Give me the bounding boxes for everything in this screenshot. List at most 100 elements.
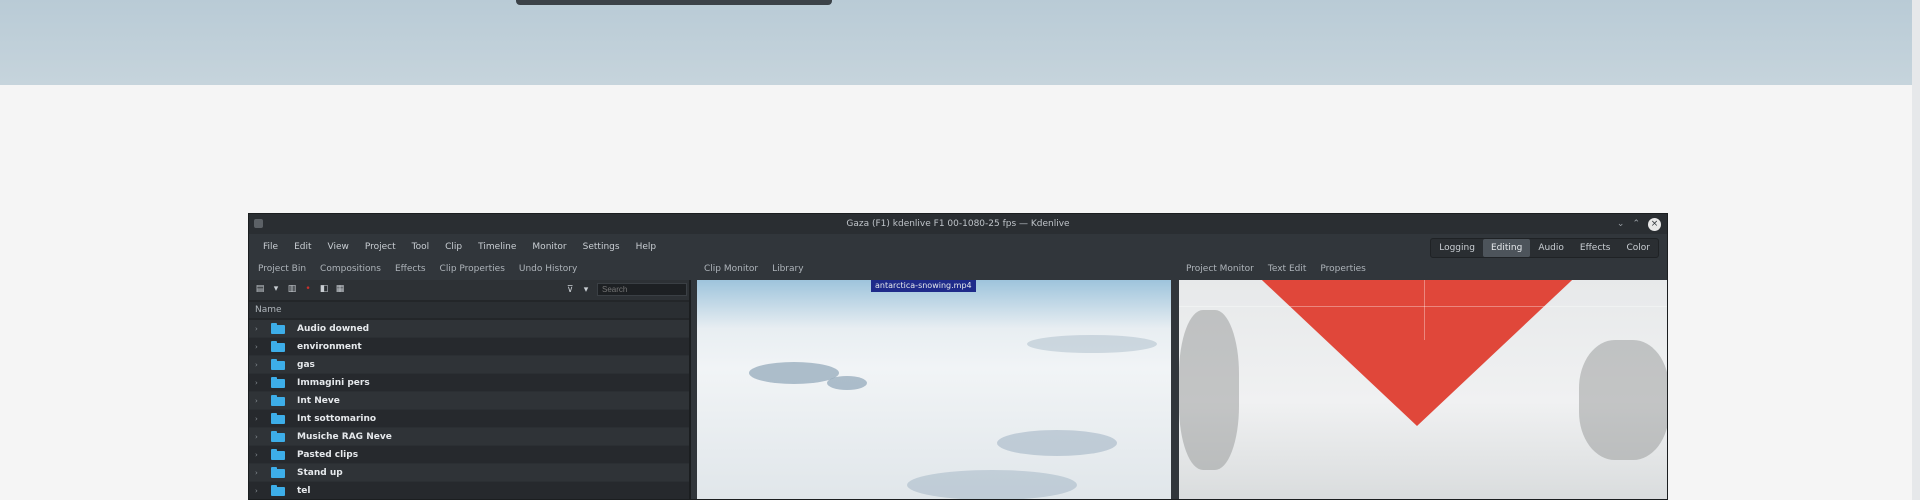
list-item[interactable]: › Musiche RAG Neve <box>249 428 689 446</box>
tab-undo-history[interactable]: Undo History <box>512 261 584 277</box>
dropdown-icon[interactable]: ▾ <box>271 284 281 294</box>
chevron-right-icon[interactable]: › <box>255 451 265 459</box>
list-item[interactable]: › Stand up <box>249 464 689 482</box>
menu-item-clip[interactable]: Clip <box>437 240 470 254</box>
tab-clip-properties[interactable]: Clip Properties <box>433 261 512 277</box>
menu-item-project[interactable]: Project <box>357 240 404 254</box>
layout-button-editing[interactable]: Editing <box>1482 239 1531 257</box>
menu-item-settings[interactable]: Settings <box>575 240 628 254</box>
folder-label: Int sottomarino <box>297 413 377 424</box>
window-title: Gaza (F1) kdenlive F1 00-1080-25 fps — K… <box>846 219 1070 229</box>
kdenlive-window: Gaza (F1) kdenlive F1 00-1080-25 fps — K… <box>248 213 1668 500</box>
close-icon[interactable]: × <box>1648 217 1661 231</box>
bin-dock-tabs: Project Bin Compositions Effects Clip Prope… <box>251 261 584 277</box>
project-monitor-view[interactable] <box>1179 280 1667 499</box>
menu-item-view[interactable]: View <box>320 240 357 254</box>
tab-clip-monitor[interactable]: Clip Monitor <box>697 261 765 277</box>
tab-library[interactable]: Library <box>765 261 810 277</box>
folder-new-icon[interactable]: ◧ <box>319 284 329 294</box>
layout-switcher: Logging Editing Audio Effects Color <box>1430 238 1659 258</box>
folder-label: Audio downed <box>297 323 370 334</box>
project-bin: ▤ ▾ ▥ • ◧ ▦ ⊽ ▾ Name › Audio downed › envir… <box>249 280 691 499</box>
filter-icon[interactable]: ⊽ <box>565 285 575 295</box>
bin-search-area: ⊽ ▾ <box>565 283 687 296</box>
snow-ridge <box>827 376 867 390</box>
menu-item-file[interactable]: File <box>255 240 286 254</box>
snow-ridge <box>907 470 1077 499</box>
folder-icon <box>271 431 285 442</box>
minimize-icon[interactable]: ⌄ <box>1617 217 1625 231</box>
list-item[interactable]: › Int sottomarino <box>249 410 689 428</box>
menu-item-edit[interactable]: Edit <box>286 240 319 254</box>
list-item[interactable]: › Int Neve <box>249 392 689 410</box>
snow-ridge <box>749 362 839 384</box>
chevron-right-icon[interactable]: › <box>255 325 265 333</box>
menu-item-timeline[interactable]: Timeline <box>470 240 524 254</box>
clip-name-overlay: antarctica-snowing.mp4 <box>871 280 976 292</box>
layout-button-effects[interactable]: Effects <box>1572 239 1619 257</box>
folder-icon <box>271 323 285 334</box>
tab-effects[interactable]: Effects <box>388 261 433 277</box>
rock-texture <box>1179 310 1239 470</box>
list-item[interactable]: › tel <box>249 482 689 499</box>
folder-label: Pasted clips <box>297 449 359 460</box>
folder-icon <box>271 395 285 406</box>
layout-button-color[interactable]: Color <box>1619 239 1659 257</box>
add-clip-icon[interactable]: ▤ <box>255 284 265 294</box>
menu-item-help[interactable]: Help <box>628 240 665 254</box>
chevron-right-icon[interactable]: › <box>255 361 265 369</box>
chevron-down-icon[interactable]: ▾ <box>581 285 591 295</box>
tab-compositions[interactable]: Compositions <box>313 261 388 277</box>
window-titlebar: Gaza (F1) kdenlive F1 00-1080-25 fps — K… <box>249 214 1667 234</box>
folder-label: Stand up <box>297 467 343 478</box>
header-pill <box>516 0 832 5</box>
window-controls: ⌄ ⌃ × <box>1617 217 1661 231</box>
folder-label: tel <box>297 485 311 496</box>
tab-text-edit[interactable]: Text Edit <box>1261 261 1314 277</box>
tab-project-monitor[interactable]: Project Monitor <box>1179 261 1261 277</box>
chevron-right-icon[interactable]: › <box>255 415 265 423</box>
delete-icon[interactable]: ▥ <box>287 284 297 294</box>
folder-icon <box>271 359 285 370</box>
maximize-icon[interactable]: ⌃ <box>1632 217 1640 231</box>
list-item[interactable]: › gas <box>249 356 689 374</box>
bin-toolbar: ▤ ▾ ▥ • ◧ ▦ ⊽ ▾ <box>249 280 689 300</box>
folder-icon <box>271 377 285 388</box>
chevron-right-icon[interactable]: › <box>255 379 265 387</box>
list-item[interactable]: › Immagini pers <box>249 374 689 392</box>
tab-project-bin[interactable]: Project Bin <box>251 261 313 277</box>
folder-label: environment <box>297 341 362 352</box>
properties-icon[interactable]: ▦ <box>335 284 345 294</box>
menu-item-monitor[interactable]: Monitor <box>524 240 574 254</box>
chevron-right-icon[interactable]: › <box>255 397 265 405</box>
tab-properties[interactable]: Properties <box>1313 261 1372 277</box>
page-scrollbar-track[interactable] <box>1912 0 1920 500</box>
chevron-right-icon[interactable]: › <box>255 343 265 351</box>
rock-texture <box>1579 340 1667 460</box>
layout-button-logging[interactable]: Logging <box>1431 239 1483 257</box>
layout-button-audio[interactable]: Audio <box>1530 239 1572 257</box>
snow-ridge <box>997 430 1117 456</box>
chevron-right-icon[interactable]: › <box>255 469 265 477</box>
clip-monitor-view[interactable]: antarctica-snowing.mp4 <box>697 280 1171 499</box>
bin-toolbar-icons: ▤ ▾ ▥ • ◧ ▦ <box>255 284 345 294</box>
folder-label: gas <box>297 359 315 370</box>
clip-monitor-tabs: Clip Monitor Library <box>697 261 811 277</box>
chevron-right-icon[interactable]: › <box>255 487 265 495</box>
bin-search-input[interactable] <box>597 283 687 296</box>
menu-bar: File Edit View Project Tool Clip Timeline Monit… <box>249 234 1667 260</box>
folder-label: Musiche RAG Neve <box>297 431 392 442</box>
chevron-right-icon[interactable]: › <box>255 433 265 441</box>
snow-ridge <box>1027 335 1157 353</box>
folder-label: Int Neve <box>297 395 340 406</box>
folder-icon <box>271 467 285 478</box>
folder-icon <box>271 413 285 424</box>
menu-items: File Edit View Project Tool Clip Timeline Monit… <box>255 240 664 254</box>
list-item[interactable]: › Audio downed <box>249 320 689 338</box>
red-dot-icon[interactable]: • <box>303 284 313 294</box>
bin-column-header-name[interactable]: Name <box>249 302 689 318</box>
menu-item-tool[interactable]: Tool <box>404 240 437 254</box>
list-item[interactable]: › Pasted clips <box>249 446 689 464</box>
list-item[interactable]: › environment <box>249 338 689 356</box>
project-monitor-tabs: Project Monitor Text Edit Properties <box>1179 261 1373 277</box>
